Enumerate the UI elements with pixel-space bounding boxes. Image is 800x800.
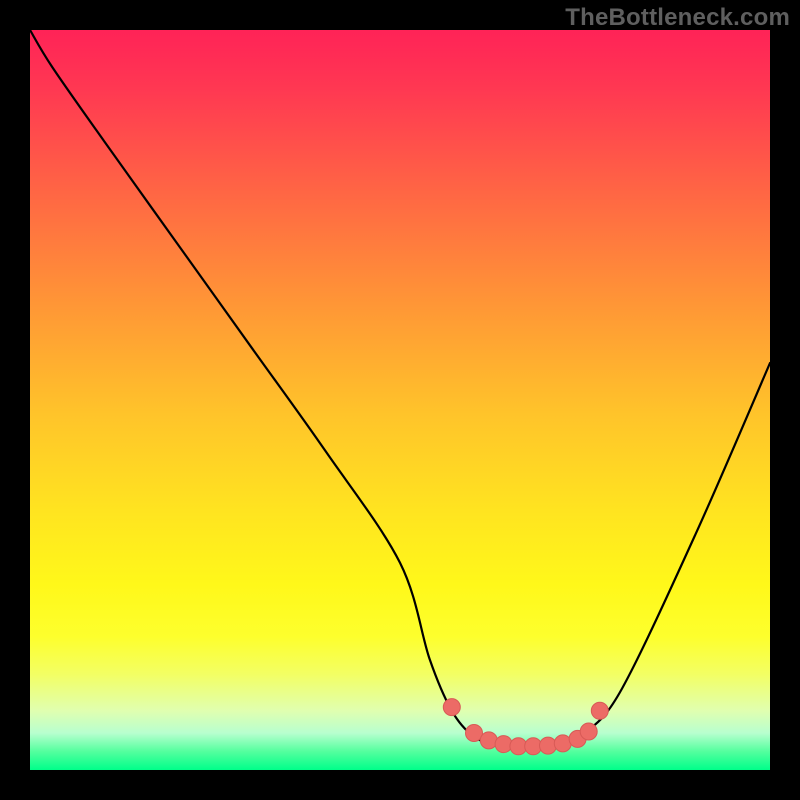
watermark-text: TheBottleneck.com: [565, 4, 790, 32]
marker-dot: [480, 732, 497, 749]
chart-container: TheBottleneck.com: [0, 0, 800, 800]
plot-area: [30, 30, 770, 770]
marker-dot: [540, 737, 557, 754]
marker-dot: [580, 723, 597, 740]
marker-dot: [495, 736, 512, 753]
marker-dot: [591, 702, 608, 719]
curve-svg: [30, 30, 770, 770]
marker-group: [443, 699, 608, 755]
marker-dot: [443, 699, 460, 716]
bottleneck-curve-path: [30, 30, 770, 747]
